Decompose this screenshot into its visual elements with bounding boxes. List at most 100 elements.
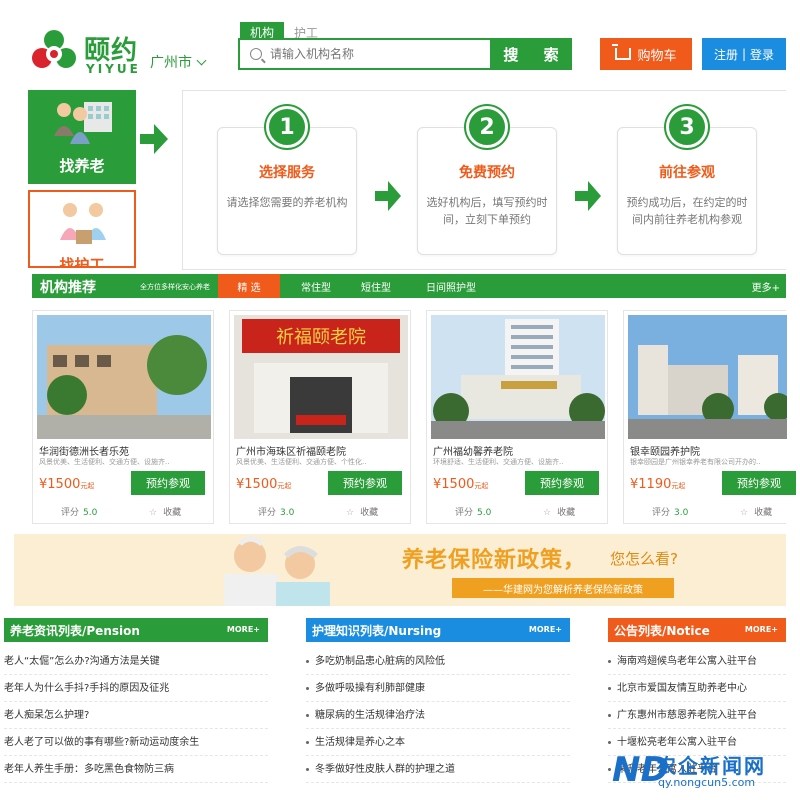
institution-card[interactable]: 银幸颐园养护院 银幸颐园是广州银幸养老有限公司开办的... ¥1190元起 预约…: [623, 310, 796, 524]
cart-button[interactable]: 购物车: [600, 38, 692, 70]
nurse-icon: [60, 203, 106, 244]
chevron-down-icon: [196, 55, 207, 66]
price-value: ¥1190: [630, 477, 672, 492]
news-item-text: 老年人养生手册：多吃黑色食物防三病: [4, 764, 174, 775]
institution-price: ¥1500元起: [236, 477, 291, 492]
list-item[interactable]: 老年人养生手册：多吃黑色食物防三病: [4, 756, 268, 783]
booking-steps-panel: 1 选择服务 请选择您需要的养老机构 2 免费预约 选好机构后，填写预约时间，立…: [182, 90, 786, 270]
bullet-icon: [306, 686, 309, 690]
tab-long-stay[interactable]: 常住型: [294, 274, 338, 298]
rating-value: 3.0: [280, 508, 295, 518]
favorite-button[interactable]: ☆ 收藏: [543, 505, 575, 518]
list-item[interactable]: 冬季做好性皮肤人群的护理之道: [306, 756, 570, 783]
list-item[interactable]: 老人老了可以做的事有哪些?新动运动度余生: [4, 729, 268, 756]
news-item-text: 老年人为什么手抖?手抖的原因及征兆: [4, 683, 170, 694]
list-item[interactable]: 多吃奶制品患心脏病的风险低: [306, 648, 570, 675]
news-item-text: 糖尿病的生活规律治疗法: [315, 710, 425, 721]
step-description: 选好机构后，填写预约时间，立刻下单预约: [426, 196, 548, 226]
favorite-button[interactable]: ☆ 收藏: [149, 505, 181, 518]
arrow-right-icon: [575, 181, 601, 211]
list-item[interactable]: 多做呼吸操有利肺部健康: [306, 675, 570, 702]
login-link[interactable]: 登录: [750, 46, 774, 63]
institution-card[interactable]: 祈福颐老院 广州市海珠区祈福颐老院 风景优美、生活便利、交通方便、个性化... …: [229, 310, 411, 524]
institution-photo: [431, 315, 605, 439]
step-card-2: 2 免费预约 选好机构后，填写预约时间，立刻下单预约: [417, 106, 557, 255]
favorite-label: 收藏: [754, 508, 773, 518]
news-title: 养老资讯列表/Pension: [10, 624, 140, 638]
bullet-icon: [306, 659, 309, 663]
find-elderly-label: 找养老: [59, 157, 105, 175]
banner-question: 您怎么看?: [610, 550, 678, 568]
banner-title: 养老保险新政策，: [402, 548, 587, 573]
list-item[interactable]: 海南鸡翅候鸟老年公寓入驻平台: [608, 648, 786, 675]
rating-value: 3.0: [674, 508, 689, 518]
list-item[interactable]: 老年人为什么手抖?手抖的原因及征兆: [4, 675, 268, 702]
book-visit-button[interactable]: 预约参观: [131, 471, 205, 495]
news-item-text: 十堰松亮老年公寓入驻平台: [617, 737, 737, 748]
insurance-policy-banner[interactable]: 养老保险新政策， 您怎么看? ——华建网为您解析养老保险新政策: [14, 534, 786, 606]
list-item[interactable]: 老人痴呆怎么护理?: [4, 702, 268, 729]
institution-card[interactable]: 广州福幼馨养老院 环境舒适、生活便利、交通方便、设施齐... ¥1500元起 预…: [426, 310, 608, 524]
institution-price: ¥1500元起: [433, 477, 488, 492]
book-visit-button[interactable]: 预约参观: [328, 471, 402, 495]
news-more-link[interactable]: MORE+: [529, 625, 562, 634]
step-title: 前往参观: [659, 165, 715, 181]
institution-features: 风景优美、生活便利、交通方便、个性化...: [236, 458, 366, 466]
recommend-more-link[interactable]: 更多+: [752, 279, 780, 294]
news-item-text: 老人老了可以做的事有哪些?新动运动度余生: [4, 737, 200, 748]
tab-day-care[interactable]: 日间照护型: [418, 274, 484, 298]
list-item[interactable]: 糖尿病的生活规律治疗法: [306, 702, 570, 729]
rating-value: 5.0: [477, 508, 492, 518]
register-link[interactable]: 注册: [714, 46, 738, 63]
star-icon: ☆: [149, 508, 158, 518]
city-selector[interactable]: 广州市: [150, 52, 207, 72]
institution-name: 广州市海珠区祈福颐老院: [236, 447, 346, 458]
bullet-icon: [608, 740, 611, 744]
search-button[interactable]: 搜 索: [490, 38, 572, 70]
book-visit-button[interactable]: 预约参观: [525, 471, 599, 495]
watermark: ND 农企新闻网 qy.nongcun5.com: [612, 748, 788, 796]
favorite-button[interactable]: ☆ 收藏: [346, 505, 378, 518]
rating: 评分 5.0: [455, 505, 491, 518]
list-item[interactable]: 生活规律是养心之本: [306, 729, 570, 756]
institution-card[interactable]: 华润街德洲长者乐苑 风景优美、生活便利、交通方便、设施齐... ¥1500元起 …: [32, 310, 214, 524]
rating-label: 评分: [455, 508, 474, 518]
tab-featured[interactable]: 精 选: [218, 274, 280, 298]
list-item[interactable]: 广东惠州市慈恩养老院入驻平台: [608, 702, 786, 729]
find-nurse-tile[interactable]: 找护工: [28, 190, 136, 268]
institution-photo: [37, 315, 211, 439]
institution-name: 广州福幼馨养老院: [433, 447, 513, 458]
find-elderly-tile[interactable]: 找养老: [28, 90, 136, 184]
recommend-subtitle: 全方位多样化安心养老: [140, 283, 210, 291]
favorite-label: 收藏: [557, 508, 576, 518]
auth-divider: |: [741, 47, 747, 61]
city-label: 广州市: [150, 55, 192, 71]
step-description: 请选择您需要的养老机构: [226, 196, 348, 209]
list-item[interactable]: 老人“太倔”怎么办?沟通方法是关键: [4, 648, 268, 675]
step-description: 预约成功后，在约定的时间内前往养老机构参观: [626, 196, 748, 226]
favorite-label: 收藏: [163, 508, 182, 518]
news-more-link[interactable]: MORE+: [227, 625, 260, 634]
elderly-couple-icon: [54, 102, 112, 144]
watermark-name: 农企新闻网: [656, 754, 766, 778]
institution-features: 风景优美、生活便利、交通方便、设施齐...: [39, 458, 169, 466]
search-input[interactable]: [270, 47, 500, 61]
favorite-button[interactable]: ☆ 收藏: [740, 505, 772, 518]
institution-price: ¥1190元起: [630, 477, 685, 492]
tab-short-stay[interactable]: 短住型: [354, 274, 398, 298]
list-item[interactable]: 北京市爱国友情互助养老中心: [608, 675, 786, 702]
news-item-text: 多做呼吸操有利肺部健康: [315, 683, 425, 694]
news-item-text: 老人痴呆怎么护理?: [4, 710, 90, 721]
news-item-text: 老人“太倔”怎么办?沟通方法是关键: [4, 656, 160, 667]
price-value: ¥1500: [39, 477, 81, 492]
search-icon: [250, 48, 262, 60]
book-visit-button[interactable]: 预约参观: [722, 471, 796, 495]
price-unit: 元起: [80, 482, 95, 490]
arrow-right-icon: [375, 181, 401, 211]
news-more-link[interactable]: MORE+: [745, 625, 778, 634]
institution-name: 华润街德洲长者乐苑: [39, 447, 129, 458]
step-card-1: 1 选择服务 请选择您需要的养老机构: [217, 106, 357, 255]
institution-name: 银幸颐园养护院: [630, 447, 700, 458]
cart-icon: [612, 44, 632, 60]
yiyue-logo-icon[interactable]: [30, 28, 78, 76]
